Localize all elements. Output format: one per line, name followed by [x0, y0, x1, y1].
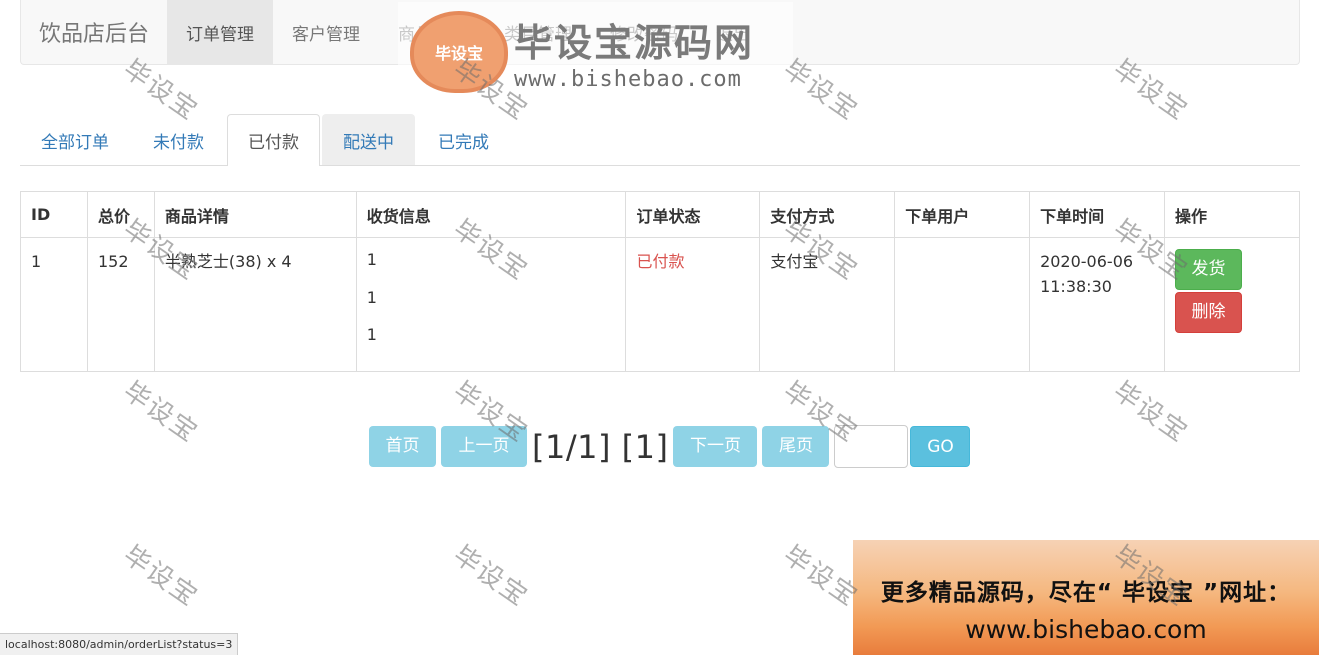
nav-order-management[interactable]: 订单管理	[167, 0, 274, 64]
nav-logout[interactable]: 退出	[697, 0, 769, 64]
time-clock: 11:38:30	[1040, 277, 1112, 296]
watermark-logo-url: www.bishebao.com	[514, 67, 742, 92]
nav-product-management[interactable]: 商品管理	[379, 0, 485, 64]
promo-text: 更多精品源码，尽在“ 毕设宝 ”网址：	[880, 580, 1292, 606]
header-address: 收货信息	[355, 191, 627, 238]
cell-address: 1 1 1	[355, 237, 627, 372]
table-row: 1 152 半熟芝士(38) x 4 1 1 1 已付款 支付宝 2020-06…	[20, 237, 1300, 372]
cell-actions: 发货 删除	[1164, 237, 1300, 372]
cell-payment: 支付宝	[759, 237, 896, 372]
header-items: 商品详情	[153, 191, 357, 238]
orders-table: ID 总价 商品详情 收货信息 订单状态 支付方式 下单用户 下单时间 操作 1…	[20, 191, 1300, 372]
next-page-button[interactable]: 下一页	[673, 426, 758, 467]
prev-page-button[interactable]: 上一页	[441, 426, 527, 467]
watermark-text: 毕设宝	[1107, 376, 1194, 449]
header-time: 下单时间	[1029, 191, 1165, 238]
tab-all-orders[interactable]: 全部订单	[20, 114, 130, 165]
header-payment: 支付方式	[759, 191, 896, 238]
tab-paid[interactable]: 已付款	[227, 114, 320, 166]
tab-completed[interactable]: 已完成	[417, 114, 510, 165]
order-status-tabs: 全部订单 未付款 已付款 配送中 已完成	[20, 114, 1300, 166]
top-navbar: 饮品店后台 订单管理 客户管理 商品管理 类目管理 修改密码 退出	[20, 0, 1300, 65]
promo-banner: 更多精品源码，尽在“ 毕设宝 ”网址： www.bishebao.com	[853, 540, 1319, 655]
table-header-row: ID 总价 商品详情 收货信息 订单状态 支付方式 下单用户 下单时间 操作	[20, 191, 1300, 238]
header-total: 总价	[86, 191, 155, 238]
tab-unpaid[interactable]: 未付款	[132, 114, 225, 165]
watermark-text: 毕设宝	[117, 540, 204, 613]
cell-id: 1	[20, 237, 88, 372]
browser-status-bar: localhost:8080/admin/orderList?status=3	[0, 633, 239, 655]
address-line: 1	[366, 325, 377, 344]
cell-time: 2020-06-06 11:38:30	[1029, 237, 1165, 372]
cell-total: 152	[86, 237, 155, 372]
pagination: 首页 上一页 [1/1] [1] 下一页 尾页 GO	[369, 425, 971, 468]
nav-change-password[interactable]: 修改密码	[591, 0, 697, 64]
promo-url: www.bishebao.com	[965, 615, 1207, 644]
go-button[interactable]: GO	[910, 426, 971, 467]
time-date: 2020-06-06	[1040, 252, 1134, 271]
delete-button[interactable]: 删除	[1175, 292, 1242, 333]
address-line: 1	[366, 287, 377, 307]
brand-title[interactable]: 饮品店后台	[21, 0, 167, 64]
nav-category-management[interactable]: 类目管理	[485, 0, 591, 64]
cell-status: 已付款	[625, 237, 761, 372]
header-status: 订单状态	[625, 191, 761, 238]
header-user: 下单用户	[894, 191, 1031, 238]
page-indicator: [1/1] [1]	[532, 427, 669, 466]
header-id: ID	[20, 191, 88, 238]
watermark-text: 毕设宝	[447, 540, 534, 613]
nav-customer-management[interactable]: 客户管理	[273, 0, 379, 64]
page-number-input[interactable]	[834, 425, 909, 468]
tab-delivering[interactable]: 配送中	[322, 114, 415, 165]
header-actions: 操作	[1164, 191, 1300, 238]
watermark-text: 毕设宝	[117, 376, 204, 449]
address-line: 1	[366, 250, 377, 269]
cell-items: 半熟芝士(38) x 4	[153, 237, 357, 372]
first-page-button[interactable]: 首页	[369, 426, 436, 467]
cell-user	[894, 237, 1031, 372]
last-page-button[interactable]: 尾页	[762, 426, 830, 467]
ship-button[interactable]: 发货	[1175, 249, 1242, 290]
